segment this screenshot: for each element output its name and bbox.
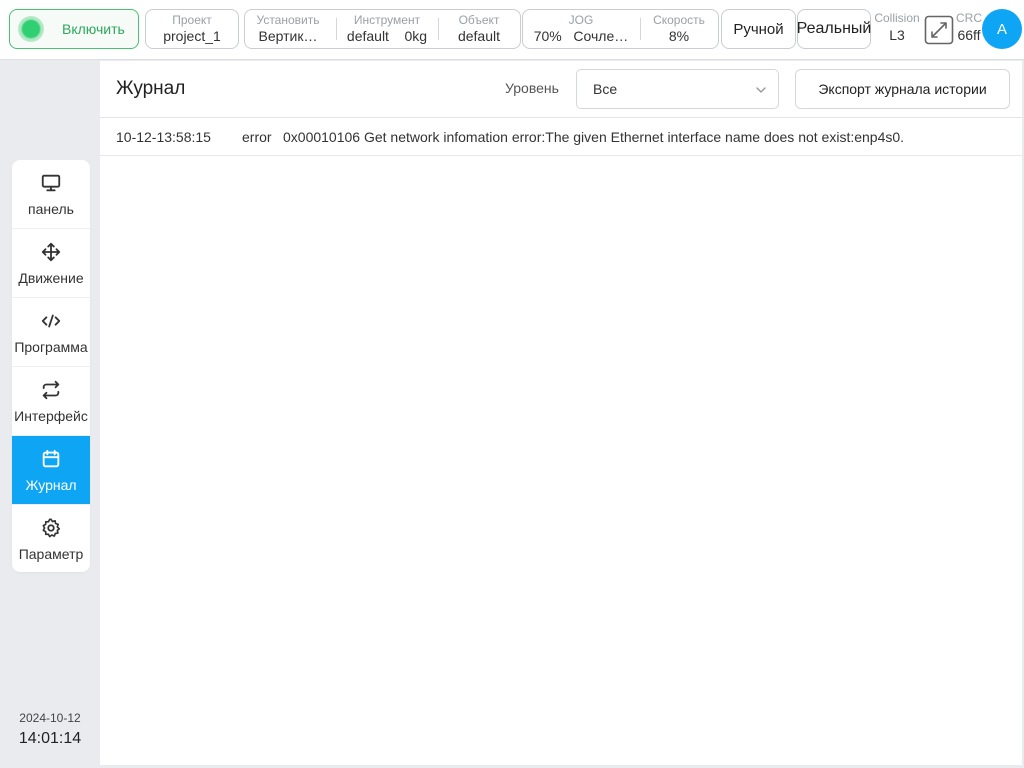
code-icon	[41, 314, 61, 327]
chevron-down-icon	[756, 87, 766, 93]
jog-speed-group: JOG 70% Сочле… Скорость 8%	[522, 9, 719, 49]
tool-caption: Инструмент	[353, 12, 421, 27]
system-clock: 2024-10-12 14:01:14	[0, 710, 100, 752]
expand-icon[interactable]	[924, 15, 954, 45]
log-row[interactable]: 10-12-13:58:15 error 0x00010106 Get netw…	[100, 118, 1022, 156]
jog-selector[interactable]: JOG 70% Сочле…	[525, 10, 637, 48]
speed-selector[interactable]: Скорость 8%	[641, 10, 717, 48]
crc-value: 66ff	[957, 27, 981, 43]
jog-mode: Сочле…	[573, 27, 629, 44]
sidebar-item-label: Параметр	[18, 546, 84, 562]
calendar-icon	[42, 449, 60, 467]
sidebar-item-motion[interactable]: Движение	[12, 229, 90, 298]
level-filter-value: Все	[593, 81, 618, 97]
sidebar-item-parameters[interactable]: Параметр	[12, 505, 90, 572]
repeat-icon	[42, 380, 60, 399]
sidebar-nav: панель Движение Программа Интерфейс Журн…	[12, 160, 90, 572]
journal-panel: Журнал Уровень Все Экспорт журнала истор…	[100, 61, 1022, 765]
sidebar-item-label: Движение	[18, 269, 84, 286]
sidebar-item-label: панель	[28, 200, 74, 217]
power-on-button[interactable]: Включить	[9, 9, 139, 49]
clock-date: 2024-10-12	[19, 711, 81, 725]
crc-status: CRC 66ff	[954, 11, 984, 45]
gear-icon	[42, 518, 61, 538]
sidebar-item-program[interactable]: Программа	[12, 298, 90, 367]
power-status-led-icon	[18, 16, 44, 42]
export-history-button[interactable]: Экспорт журнала истории	[795, 69, 1010, 109]
log-level: error	[242, 128, 272, 145]
collision-caption: Collision	[874, 11, 920, 25]
user-avatar[interactable]: A	[982, 9, 1022, 49]
jog-value: 70% Сочле…	[533, 27, 629, 44]
crc-caption: CRC	[956, 11, 982, 25]
object-selector[interactable]: Объект default	[439, 10, 519, 48]
tool-value: default 0kg	[346, 27, 428, 44]
real-mode-button[interactable]: Реальный	[797, 9, 871, 49]
speed-caption: Скорость	[653, 12, 705, 27]
object-value: default	[457, 27, 501, 44]
clock-time: 14:01:14	[18, 730, 82, 747]
collision-status[interactable]: Collision L3	[872, 11, 922, 45]
manual-mode-button[interactable]: Ручной	[721, 9, 796, 49]
page-title: Журнал	[116, 78, 186, 99]
speed-value: 8%	[668, 27, 690, 44]
project-value: project_1	[163, 27, 221, 44]
level-filter-label: Уровень	[505, 80, 559, 96]
project-selector[interactable]: Проект project_1	[145, 9, 239, 49]
sidebar-item-label: Интерфейс	[14, 407, 88, 424]
install-selector[interactable]: Установить Вертик…	[247, 10, 329, 48]
jog-caption: JOG	[568, 12, 594, 27]
move-icon	[41, 242, 61, 261]
sidebar-item-journal[interactable]: Журнал	[12, 436, 90, 505]
sidebar-item-panel[interactable]: панель	[12, 160, 90, 229]
install-caption: Установить	[256, 12, 320, 27]
tool-weight: 0kg	[404, 27, 428, 44]
sidebar-item-label: Программа	[14, 338, 88, 355]
project-caption: Проект	[172, 12, 212, 27]
top-bar: Включить Проект project_1 Установить Вер…	[0, 0, 1024, 60]
install-value: Вертик…	[258, 27, 318, 44]
install-tool-object-group: Установить Вертик… Инструмент default 0k…	[244, 9, 521, 49]
collision-value: L3	[889, 27, 905, 43]
object-caption: Объект	[458, 12, 500, 27]
tool-selector[interactable]: Инструмент default 0kg	[337, 10, 437, 48]
log-message: 0x00010106 Get network infomation error:…	[283, 128, 905, 145]
log-timestamp: 10-12-13:58:15	[116, 128, 211, 145]
journal-header: Журнал Уровень Все Экспорт журнала истор…	[100, 61, 1022, 118]
sidebar-item-label: Журнал	[25, 476, 77, 493]
sidebar-item-interface[interactable]: Интерфейс	[12, 367, 90, 436]
monitor-icon	[41, 174, 61, 191]
level-filter-select[interactable]: Все	[576, 69, 779, 109]
power-on-label: Включить	[62, 21, 125, 37]
